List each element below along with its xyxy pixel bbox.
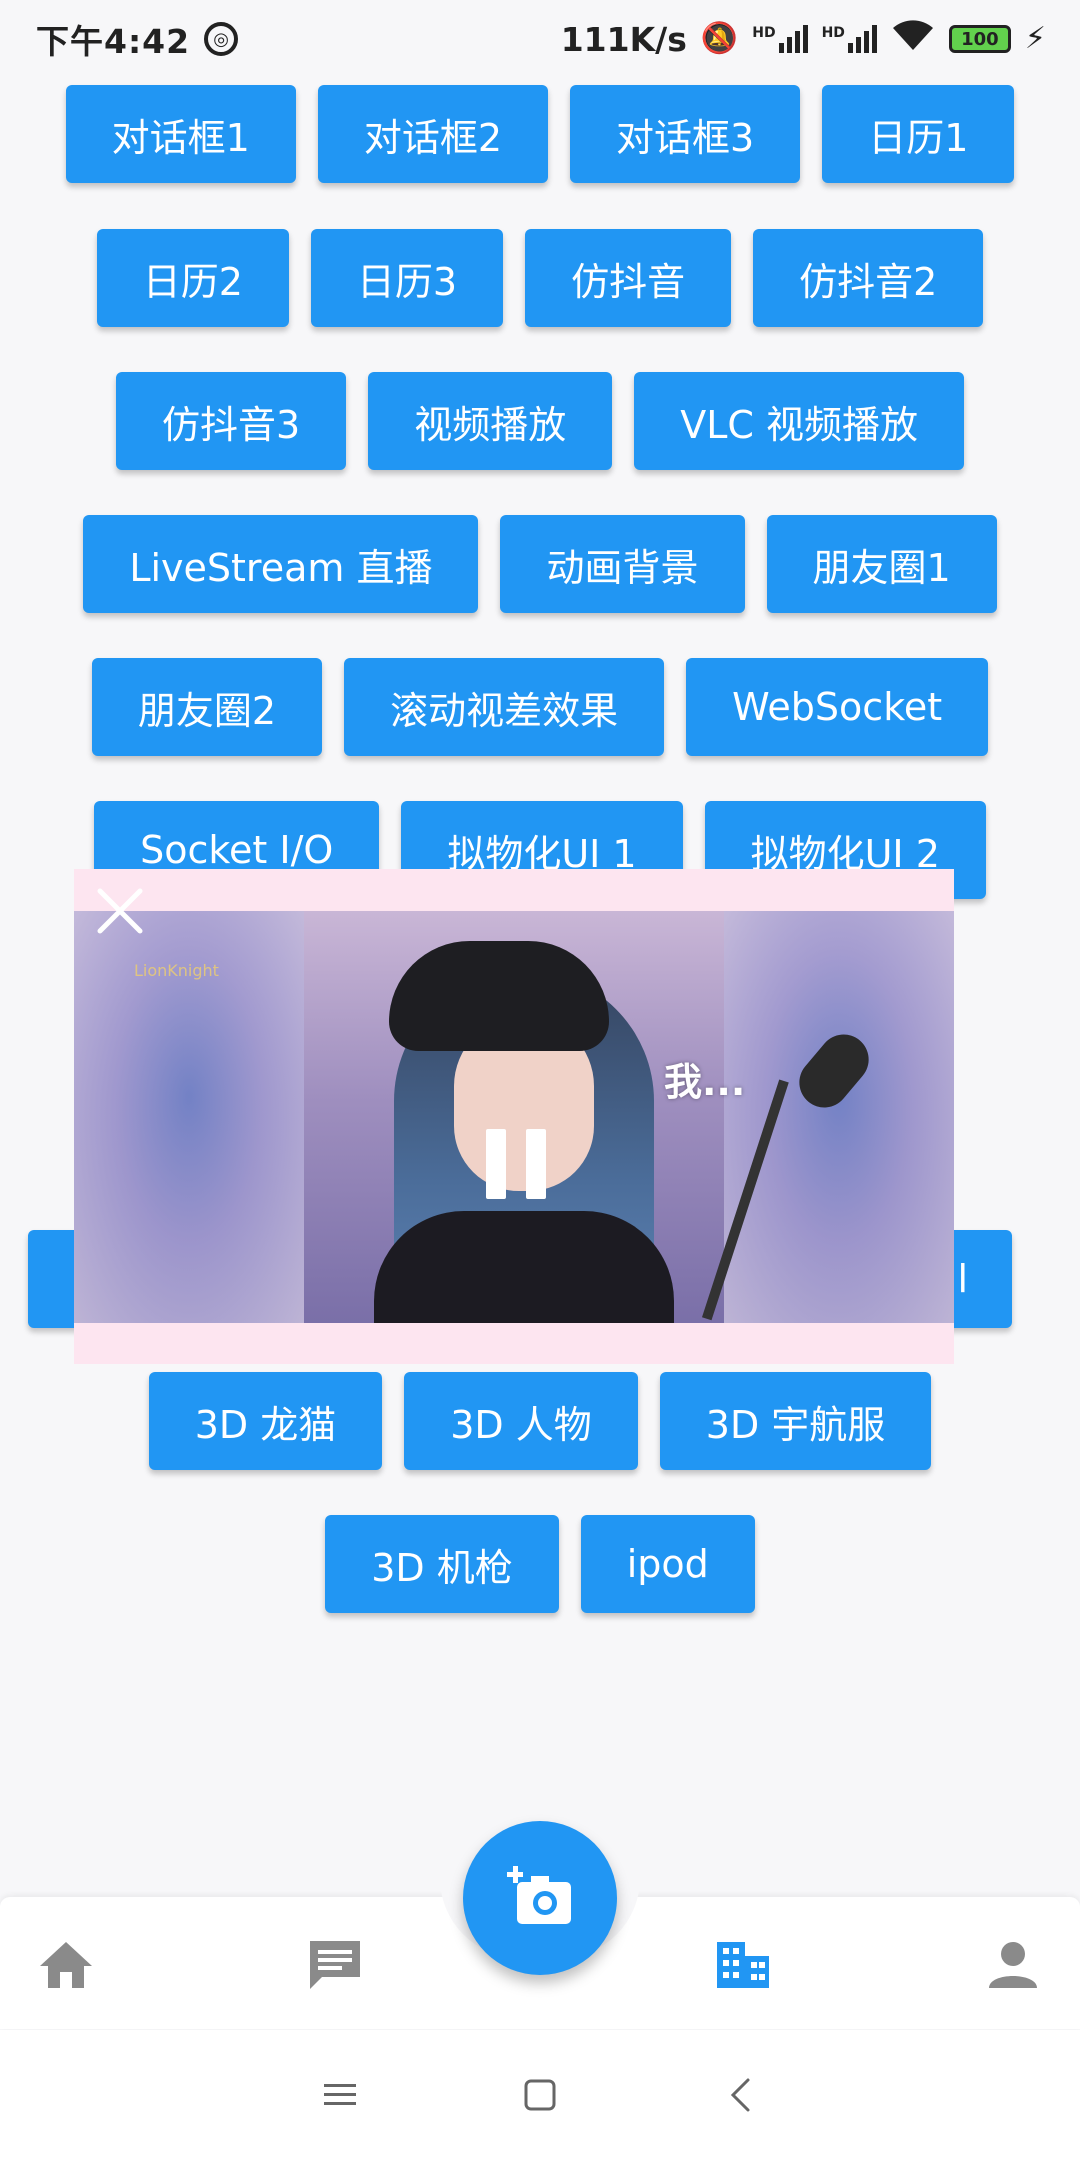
moments-2-button[interactable]: 朋友圈2 bbox=[91, 658, 323, 756]
livestream-button[interactable]: LiveStream 直播 bbox=[83, 515, 479, 613]
websocket-button[interactable]: WebSocket bbox=[686, 658, 989, 756]
signal-icon-1: HD bbox=[752, 25, 808, 53]
status-left: 下午4:42 ◎ bbox=[36, 15, 239, 63]
video-subtitle: 我... bbox=[664, 1060, 746, 1104]
system-navigation-bar bbox=[0, 2030, 1080, 2160]
battery-level: 100 bbox=[961, 28, 999, 50]
dialog-1-button[interactable]: 对话框1 bbox=[65, 85, 296, 183]
moments-1-button[interactable]: 朋友圈1 bbox=[766, 515, 997, 613]
calendar-3-button[interactable]: 日历3 bbox=[310, 229, 504, 327]
douyin-3-button[interactable]: 仿抖音3 bbox=[116, 372, 347, 470]
hidden-row-right-label: l bbox=[957, 1257, 968, 1301]
status-bar: 下午4:42 ◎ 111K/s 🔕 HD HD 100 ⚡ bbox=[0, 0, 1080, 78]
video-frame[interactable]: LionKnight 我... bbox=[74, 911, 954, 1323]
add-photo-icon bbox=[507, 1866, 571, 1924]
charging-icon: ⚡ bbox=[1024, 21, 1046, 56]
signal-icon-2: HD bbox=[822, 25, 877, 53]
add-photo-button[interactable] bbox=[463, 1821, 617, 1975]
video-play-button[interactable]: 视频播放 bbox=[368, 372, 613, 470]
hd-label-1: HD bbox=[752, 25, 776, 41]
calendar-1-button[interactable]: 日历1 bbox=[822, 85, 1015, 183]
douyin-2-button[interactable]: 仿抖音2 bbox=[753, 229, 984, 327]
3d-totoro-button[interactable]: 3D 龙猫 bbox=[148, 1372, 383, 1470]
3d-character-button[interactable]: 3D 人物 bbox=[404, 1372, 638, 1470]
pause-icon[interactable] bbox=[486, 1129, 546, 1199]
animated-background-button[interactable]: 动画背景 bbox=[500, 515, 745, 613]
close-icon[interactable] bbox=[92, 883, 148, 939]
hd-label-2: HD bbox=[821, 25, 845, 41]
dialog-3-button[interactable]: 对话框3 bbox=[570, 85, 801, 183]
pause-bar-right bbox=[526, 1129, 546, 1199]
battery-icon: 100 bbox=[948, 25, 1011, 53]
back-icon[interactable] bbox=[710, 2065, 770, 2125]
button-row-1: 对话框1 对话框2 对话框3 日历1 bbox=[0, 85, 1080, 183]
parallax-scroll-button[interactable]: 滚动视差效果 bbox=[344, 658, 665, 756]
business-icon[interactable] bbox=[708, 1930, 778, 2000]
button-row-5: 朋友圈2 滚动视差效果 WebSocket bbox=[0, 658, 1080, 756]
wifi-icon bbox=[891, 18, 935, 60]
status-right: 111K/s 🔕 HD HD 100 ⚡ bbox=[561, 18, 1046, 60]
home-icon[interactable] bbox=[31, 1930, 101, 2000]
vpn-icon: ◎ bbox=[204, 22, 239, 56]
3d-gun-button[interactable]: 3D 机枪 bbox=[325, 1515, 559, 1613]
person-icon[interactable] bbox=[978, 1930, 1048, 2000]
button-row-3: 仿抖音3 视频播放 VLC 视频播放 bbox=[0, 372, 1080, 470]
video-bg-right bbox=[724, 911, 954, 1323]
button-row-2: 日历2 日历3 仿抖音 仿抖音2 bbox=[0, 229, 1080, 327]
vlc-video-button[interactable]: VLC 视频播放 bbox=[634, 372, 964, 470]
home-square-icon[interactable] bbox=[510, 2065, 570, 2125]
button-row-9: 3D 机枪 ipod bbox=[0, 1515, 1080, 1613]
button-row-8: 3D 龙猫 3D 人物 3D 宇航服 bbox=[0, 1372, 1080, 1470]
mute-icon: 🔕 bbox=[700, 21, 739, 56]
floating-video-player[interactable]: LionKnight 我... bbox=[74, 869, 954, 1364]
douyin-button[interactable]: 仿抖音 bbox=[525, 229, 732, 327]
chat-icon[interactable] bbox=[300, 1930, 370, 2000]
pause-bar-left bbox=[486, 1129, 506, 1199]
video-watermark: LionKnight bbox=[134, 961, 219, 980]
network-speed: 111K/s bbox=[560, 19, 687, 59]
dialog-2-button[interactable]: 对话框2 bbox=[317, 85, 548, 183]
calendar-2-button[interactable]: 日历2 bbox=[96, 229, 289, 327]
video-person-hat bbox=[389, 941, 609, 1051]
video-person-body bbox=[374, 1211, 674, 1323]
ipod-button[interactable]: ipod bbox=[580, 1515, 755, 1613]
button-row-4: LiveStream 直播 动画背景 朋友圈1 bbox=[0, 515, 1080, 613]
menu-icon[interactable] bbox=[310, 2065, 370, 2125]
clock: 下午4:42 bbox=[36, 22, 191, 61]
3d-spacesuit-button[interactable]: 3D 宇航服 bbox=[659, 1372, 932, 1470]
